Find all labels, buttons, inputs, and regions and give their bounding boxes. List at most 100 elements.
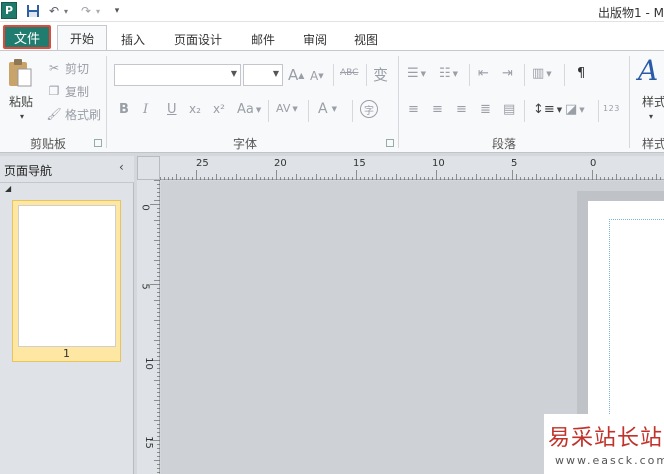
redo-icon: ↷ [80,4,92,18]
show-marks-button[interactable]: ¶ [577,66,585,81]
page-navigation-title: 页面导航 [4,164,53,178]
arrow-up-icon: ▲ [298,70,305,80]
justify-icon: ≣ [480,102,491,117]
watermark-title: 易采站长站 [548,426,664,451]
ruler-label: 10 [432,158,445,169]
numbering-button[interactable]: ☷ ▼ [439,66,458,81]
bullets-icon: ☰ [407,66,419,81]
align-left-button[interactable]: ≡ [408,102,419,117]
title-bar: P ↶ ▾ ↷ ▾ ▾ 出版物1 - M [0,0,664,22]
bold-button[interactable]: B [119,102,129,117]
font-dialog-launcher[interactable] [386,139,394,147]
cut-button[interactable]: ✂ 剪切 [46,60,89,76]
ribbon-separator [268,100,269,122]
change-case-button[interactable]: Aa ▼ [237,102,261,117]
font-name-combo[interactable]: ▼ [114,64,241,86]
ribbon-separator [629,56,630,148]
chevron-left-icon: ‹ [119,160,124,174]
redo-dropdown[interactable]: ▾ [94,3,102,19]
cut-label: 剪切 [65,61,90,76]
copy-label: 复制 [65,84,90,99]
ribbon-separator [366,64,367,86]
chevron-down-icon[interactable]: ▾ [20,112,24,121]
align-right-button[interactable]: ≡ [456,102,467,117]
chevron-down-icon: ▼ [272,69,279,78]
chevron-down-icon: ▼ [452,69,459,78]
line-spacing-button[interactable]: ↕≡ ▼ [533,102,562,117]
underline-button[interactable]: U [167,102,177,117]
font-color-button[interactable]: A ▼ [318,101,337,117]
ribbon-separator [352,100,353,122]
scissors-icon: ✂ [48,61,60,75]
customize-icon: ▾ [114,6,120,16]
page-thumbnail-preview [18,205,116,347]
styles-icon[interactable]: A [638,54,658,87]
character-spacing-label: AV [276,102,291,115]
decrease-indent-button[interactable]: ⇤ [478,66,489,81]
phonetic-guide-button[interactable]: 变 [373,64,388,85]
undo-dropdown[interactable]: ▾ [62,3,70,19]
horizontal-ruler[interactable] [160,156,664,180]
clear-formatting-button[interactable]: ABC [340,68,358,78]
increase-indent-button[interactable]: ⇥ [502,66,513,81]
tab-page-design[interactable]: 页面设计 [166,27,230,51]
tab-review[interactable]: 审阅 [294,27,336,51]
clipboard-dialog-launcher[interactable] [94,139,102,147]
arrow-down-icon: ▼ [318,72,324,80]
chevron-down-icon: ▼ [420,69,427,78]
subscript-button[interactable]: x₂ [189,102,201,116]
enclose-characters-button[interactable]: 字 [360,100,378,118]
tab-mailings[interactable]: 邮件 [242,27,284,51]
shrink-font-button[interactable]: A ▼ [310,69,324,83]
group-label-clipboard: 剪贴板 [29,137,66,151]
change-case-label: Aa [237,102,254,117]
font-size-combo[interactable]: ▼ [243,64,283,86]
ruler-label: 0 [590,158,597,169]
superscript-button[interactable]: x² [213,102,225,116]
ribbon-separator [308,100,309,122]
character-spacing-button[interactable]: AV ▼ [276,102,298,115]
paste-label[interactable]: 粘贴 [9,94,37,109]
group-label-font: 字体 [232,137,257,151]
tab-file[interactable]: 文件 [3,25,51,49]
tab-insert[interactable]: 插入 [112,27,154,51]
number-style-button[interactable]: 1 2 3 [603,104,619,113]
vertical-ruler[interactable] [137,180,160,474]
group-label-styles: 样式 [642,137,664,151]
shading-button[interactable]: ◪ ▼ [565,102,585,117]
ruler-label: 25 [196,158,209,169]
ribbon-separator [398,56,399,148]
align-center-button[interactable]: ≡ [432,102,443,117]
bullets-button[interactable]: ☰ ▼ [407,66,426,81]
paragraph-mark-icon: ¶ [577,66,586,81]
save-button[interactable] [25,3,41,19]
format-painter-button[interactable]: 🖌 格式刷 [46,106,101,122]
ruler-label: 15 [353,158,366,169]
customize-quick-access-button[interactable]: ▾ [112,3,122,19]
copy-icon: ❐ [48,84,60,98]
tab-home[interactable]: 开始 [57,25,107,51]
ribbon-separator [333,64,334,86]
tab-view[interactable]: 视图 [345,27,387,51]
italic-button[interactable]: I [143,102,148,117]
save-icon [27,5,39,17]
copy-button[interactable]: ❐ 复制 [46,83,89,99]
paste-button[interactable] [6,56,36,90]
ribbon-separator [598,100,599,122]
chevron-down-icon[interactable]: ▾ [649,112,653,121]
chevron-down-icon: ▼ [579,105,585,114]
justify-button[interactable]: ≣ [480,102,491,117]
redo-button[interactable]: ↷ [79,3,93,19]
columns-button[interactable]: ▥ ▼ [532,66,552,81]
collapse-pane-button[interactable]: ‹ [119,160,124,174]
paintbrush-icon: 🖌 [46,107,62,121]
distribute-button[interactable]: ▤ [503,102,515,117]
expand-section-button[interactable]: ◢ [5,184,11,193]
ruler-label: 5 [511,158,518,169]
publisher-app-icon[interactable]: P [1,2,17,19]
grow-font-button[interactable]: A ▲ [288,66,304,84]
shading-icon: ◪ [565,102,578,117]
undo-button[interactable]: ↶ [47,3,61,19]
styles-button[interactable]: 样式 [642,93,664,110]
ruler-label: 10 [142,357,154,370]
